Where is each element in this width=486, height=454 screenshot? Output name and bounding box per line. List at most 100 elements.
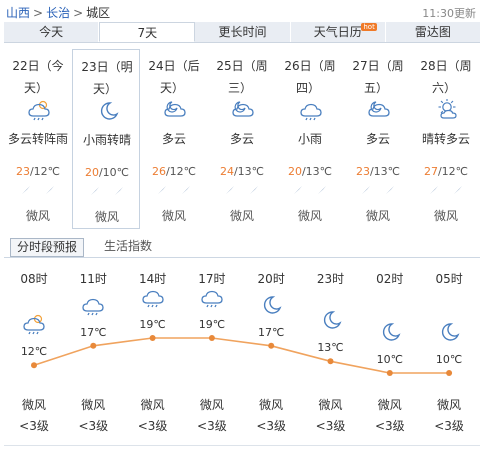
sun-cloud-icon	[438, 99, 457, 119]
hour-label: 20时	[257, 272, 285, 286]
tab-today[interactable]: 今天	[4, 22, 100, 42]
update-time: 11:30更新	[422, 7, 476, 20]
hour-label: 02时	[376, 272, 404, 286]
day-phenomenon: 天）	[93, 82, 118, 96]
tab-longer[interactable]: 更长时间	[195, 22, 291, 42]
cloudy-rain-icon	[28, 100, 50, 121]
day-column[interactable]: 24日（后 天） 多云 26/12℃ 微风	[140, 49, 208, 229]
day-temperature: 20/13℃	[276, 165, 344, 178]
tab-calendar[interactable]: 天气日历 hot	[291, 22, 386, 42]
breadcrumb: 山西 > 长治 > 城区	[6, 4, 110, 21]
tab-calendar-label: 天气日历	[313, 25, 362, 39]
hour-label: 08时	[20, 272, 48, 286]
day-column[interactable]: 25日（周 三） 多云 24/13℃ 微风	[208, 49, 276, 229]
day-date: 28日（周	[420, 59, 472, 73]
day-wind: 微风	[229, 209, 254, 223]
forecast-tabs: 今天 7天 更长时间 天气日历 hot 雷达图	[4, 22, 480, 43]
hour-temperature: 17℃	[80, 325, 107, 339]
day-column[interactable]: 23日（明 天） 小雨转晴 20/10℃ 微风	[72, 49, 140, 229]
temperature-point	[90, 342, 97, 349]
day-condition: 多云	[229, 132, 254, 146]
day-low-temp: /13℃	[233, 165, 265, 178]
hour-wind: 微风	[21, 398, 46, 412]
hour-wind-level: <3级	[19, 419, 49, 433]
day-condition: 多云	[161, 132, 186, 146]
day-phenomenon: 五）	[364, 81, 389, 95]
hour-wind: 微风	[140, 398, 165, 412]
tab-7day[interactable]: 7天	[99, 22, 196, 42]
hour-label: 11时	[79, 272, 107, 286]
hour-label: 17时	[198, 272, 226, 286]
day-wind: 微风	[365, 209, 390, 223]
day-phenomenon: 天）	[160, 81, 185, 95]
day-date: 26日（周	[284, 59, 336, 73]
hour-wind: 微风	[377, 398, 402, 412]
hour-wind-level: <3级	[78, 419, 109, 433]
breadcrumb-separator: >	[33, 6, 44, 20]
hot-badge: hot	[361, 23, 377, 31]
day-high-temp: 20	[84, 166, 99, 179]
hour-wind: 微风	[81, 398, 106, 412]
day-temperature: 23/13℃	[344, 165, 412, 178]
hour-wind: 微风	[437, 398, 462, 412]
hour-wind-level: <3级	[315, 419, 346, 433]
breadcrumb-province[interactable]: 山西	[6, 6, 30, 20]
hour-wind-level: <3级	[256, 419, 287, 433]
hour-temperature: 12℃	[20, 345, 48, 359]
day-wind: 微风	[433, 209, 458, 223]
temperature-point	[31, 362, 37, 369]
day-high-temp: 23	[15, 165, 30, 178]
day-high-temp: 20	[287, 165, 302, 178]
moon-icon	[259, 294, 283, 316]
day-condition: 多云转阵雨	[8, 132, 69, 146]
wind-direction-icons	[73, 185, 141, 199]
rain-icon	[81, 294, 105, 316]
hour-temperature: 19℃	[198, 318, 226, 331]
moon-icon	[100, 102, 119, 120]
breadcrumb-city[interactable]: 长治	[46, 6, 70, 20]
day-column[interactable]: 26日（周 四） 小雨 20/13℃ 微风	[276, 49, 344, 229]
breadcrumb-separator: >	[73, 6, 84, 20]
day-column[interactable]: 28日（周 六） 晴转多云 27/12℃ 微风	[412, 49, 480, 229]
hour-wind-level: <3级	[197, 419, 227, 433]
hour-temperature: 13℃	[317, 341, 344, 355]
hour-temperature: 10℃	[376, 353, 403, 366]
day-wind: 微风	[161, 209, 186, 223]
hour-wind-level: <3级	[137, 419, 168, 433]
day-condition: 晴转多云	[421, 132, 470, 146]
top-bar: 山西 > 长治 > 城区 11:30更新	[0, 0, 486, 22]
day-date: 25日（周	[216, 59, 268, 73]
day-high-temp: 27	[423, 165, 438, 178]
day-column[interactable]: 27日（周 五） 多云 23/13℃ 微风	[344, 49, 412, 229]
day-temperature: 20/10℃	[73, 166, 141, 179]
hour-label: 05时	[435, 272, 463, 286]
sub-tabs: 分时段预报 生活指数	[4, 236, 480, 258]
hour-wind: 微风	[318, 398, 343, 412]
wind-direction-icons	[140, 184, 208, 198]
subtab-life-index[interactable]: 生活指数	[98, 238, 158, 257]
day-low-temp: /12℃	[29, 165, 61, 178]
subtab-hourly[interactable]: 分时段预报	[10, 238, 85, 257]
day-phenomenon: 六）	[432, 81, 457, 95]
rain-icon	[141, 286, 165, 308]
day-temperature: 24/13℃	[208, 165, 276, 178]
wind-direction-icons	[344, 184, 412, 198]
temperature-point	[327, 358, 334, 365]
day-high-temp: 26	[151, 165, 166, 178]
breadcrumb-district: 城区	[86, 6, 111, 20]
wind-direction-icons	[412, 184, 480, 198]
hour-temperature: 19℃	[139, 318, 166, 331]
temperature-point	[386, 370, 393, 376]
cloud-moon-icon	[164, 101, 186, 117]
day-low-temp: /13℃	[369, 165, 401, 178]
moon-icon	[437, 321, 461, 343]
cloud-moon-icon	[368, 101, 390, 117]
day-column[interactable]: 22日（今 天） 多云转阵雨 23/12℃ 微风	[4, 49, 72, 229]
tab-radar[interactable]: 雷达图	[386, 22, 480, 42]
rain-icon	[200, 286, 224, 308]
rain-icon	[300, 103, 322, 121]
day-date: 24日（后	[148, 59, 200, 73]
day-high-temp: 24	[219, 165, 234, 178]
day-wind: 微风	[297, 209, 322, 223]
temperature-point	[149, 335, 156, 341]
